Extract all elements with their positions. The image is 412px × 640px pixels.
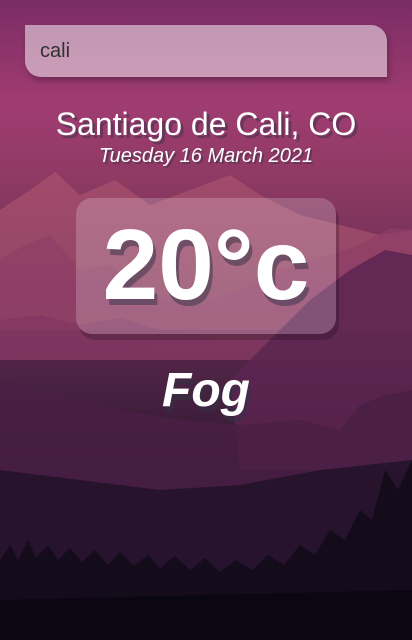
date-label: Tuesday 16 March 2021 [98, 145, 314, 167]
temperature-card: 20°c [76, 198, 336, 334]
location-label: Santiago de Cali, CO [55, 106, 357, 142]
weather-app: Santiago de Cali, CO Tuesday 16 March 20… [0, 0, 412, 640]
temperature-value: 20°c [102, 209, 310, 321]
weather-condition: Fog [162, 364, 250, 417]
search-input[interactable] [25, 25, 387, 77]
search-box[interactable] [25, 25, 387, 77]
